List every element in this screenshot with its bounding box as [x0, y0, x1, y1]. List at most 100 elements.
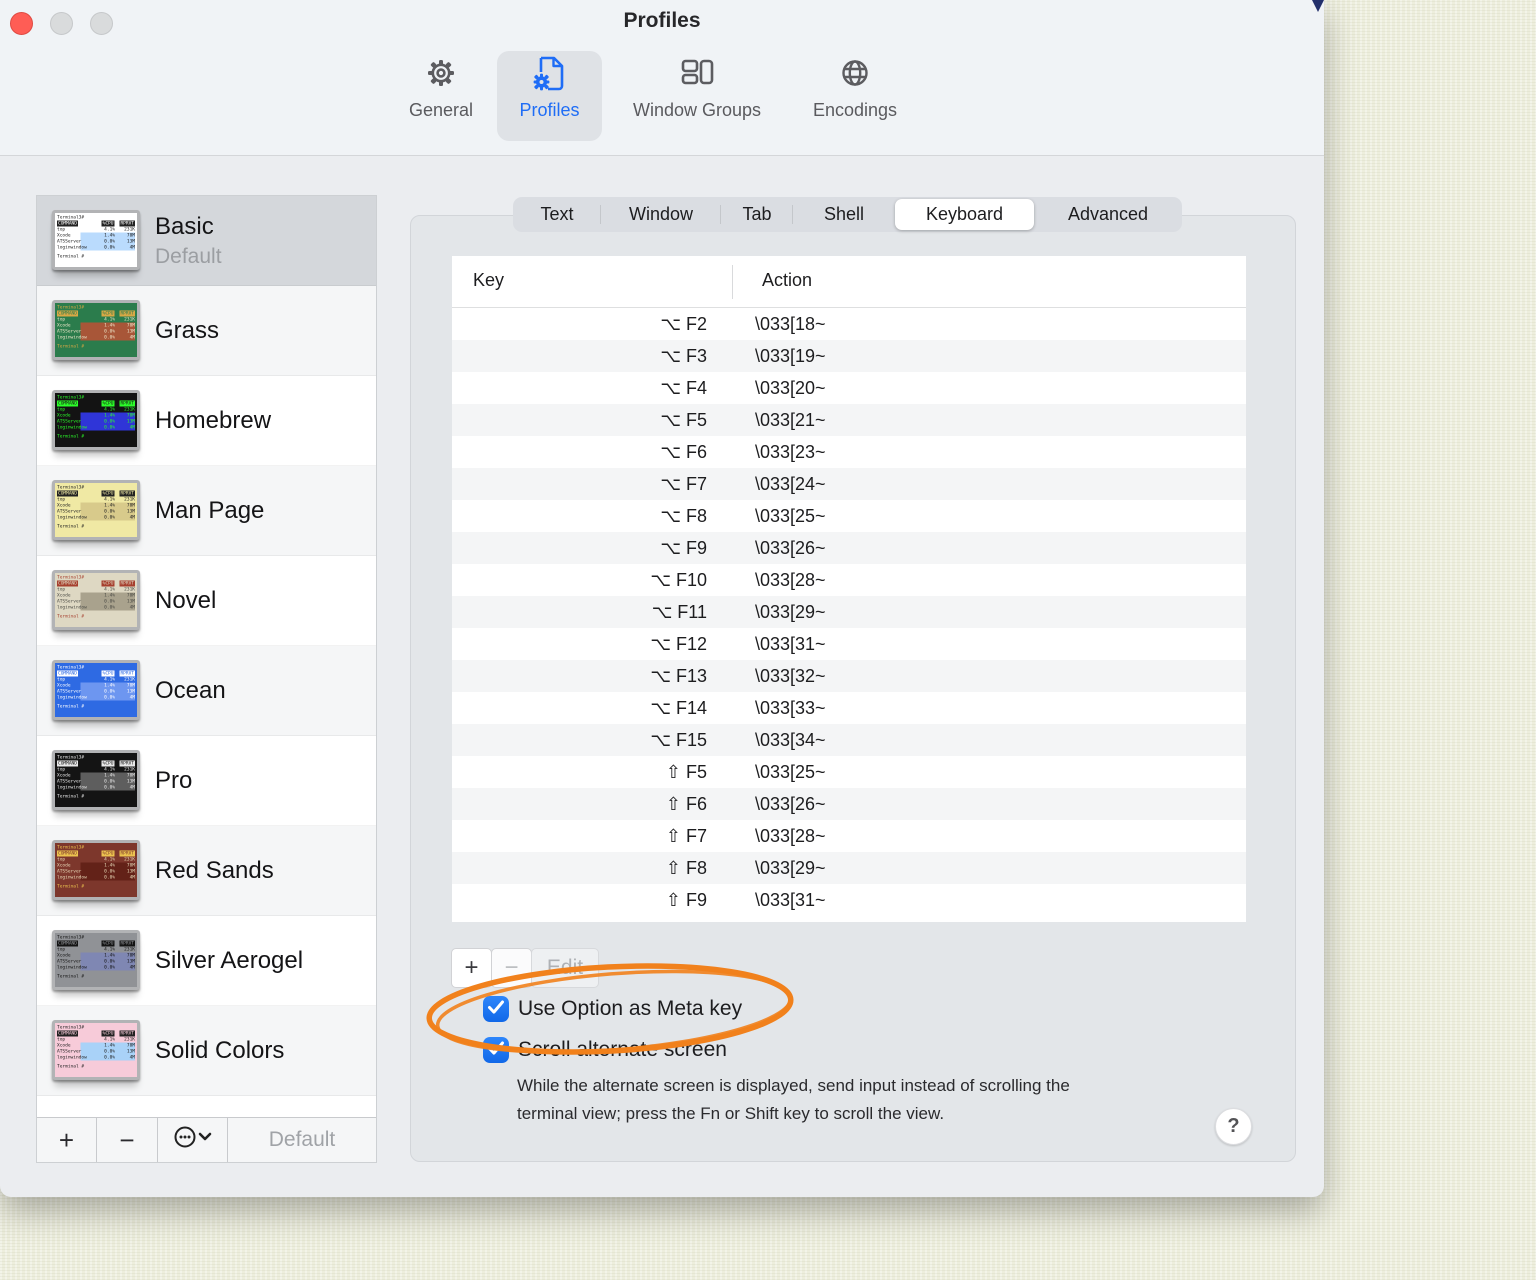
toolbar-item-label: Window Groups — [632, 100, 762, 120]
action-cell: \033[26~ — [755, 794, 826, 814]
profile-label: Red Sands — [155, 856, 274, 884]
action-cell: \033[26~ — [755, 538, 826, 558]
table-row[interactable]: ⇧ F5 \033[25~ — [452, 756, 1246, 788]
action-cell: \033[28~ — [755, 826, 826, 846]
table-row[interactable]: ⌥ F14 \033[33~ — [452, 692, 1246, 724]
add-profile-button[interactable]: + — [37, 1118, 97, 1162]
table-row[interactable]: ⇧ F9 \033[31~ — [452, 884, 1246, 916]
key-cell: ⌥ F15 — [650, 730, 707, 750]
profile-subtitle: Default — [155, 244, 222, 268]
action-cell: \033[21~ — [755, 410, 826, 430]
checkmark-icon — [483, 994, 509, 1025]
table-row[interactable]: ⌥ F5 \033[21~ — [452, 404, 1246, 436]
key-cell: ⇧ F6 — [665, 794, 707, 814]
key-table-body: ⌥ F2 \033[18~ ⌥ F3 \033[19~ ⌥ F4 \033[20~ ⌥ F5… — [452, 308, 1246, 916]
titlebar-toolbar: Profiles General Profiles Window Groups … — [0, 0, 1324, 156]
sidebar-item-homebrew[interactable]: Terminal3# COMMAND %CPU RPRVT top 4.1% 231K Xco… — [37, 376, 376, 466]
desktop: Profiles General Profiles Window Groups … — [0, 0, 1536, 1280]
key-cell: ⌥ F13 — [650, 666, 707, 686]
remove-profile-button[interactable]: − — [97, 1118, 158, 1162]
profile-thumbnail: Terminal3# COMMAND %CPU RPRVT top 4.1% 231K Xco… — [52, 750, 140, 810]
sidebar-item-basic[interactable]: Terminal3# COMMAND %CPU RPRVT top 4.1% 231K Xco… — [37, 196, 376, 286]
key-cell: ⌥ F14 — [650, 698, 707, 718]
sidebar-item-silver-aerogel[interactable]: Terminal3# COMMAND %CPU RPRVT top 4.1% 231K Xco… — [37, 916, 376, 1006]
profile-label: Silver Aerogel — [155, 946, 304, 974]
key-cell: ⇧ F8 — [665, 858, 707, 878]
table-row[interactable]: ⌥ F7 \033[24~ — [452, 468, 1246, 500]
sidebar-item-ocean[interactable]: Terminal3# COMMAND %CPU RPRVT top 4.1% 231K Xco… — [37, 646, 376, 736]
profile-thumbnail: Terminal3# COMMAND %CPU RPRVT top 4.1% 231K Xco… — [52, 1020, 140, 1080]
profile-thumbnail: Terminal3# COMMAND %CPU RPRVT top 4.1% 231K Xco… — [52, 300, 140, 360]
tab-keyboard[interactable]: Keyboard — [895, 199, 1034, 230]
help-button[interactable]: ? — [1215, 1108, 1252, 1145]
tab-window[interactable]: Window — [601, 197, 721, 232]
default-profile-button[interactable]: Default — [228, 1118, 376, 1162]
action-cell: \033[31~ — [755, 634, 826, 654]
profile-tab-bar: Text Window Tab Shell Keyboard Advanced — [513, 197, 1182, 232]
globe-icon — [792, 51, 918, 97]
key-cell: ⌥ F3 — [660, 346, 707, 366]
toolbar-item-label: General — [408, 100, 474, 120]
profile-thumbnail: Terminal3# COMMAND %CPU RPRVT top 4.1% 231K Xco… — [52, 930, 140, 990]
tab-advanced[interactable]: Advanced — [1034, 197, 1182, 232]
toolbar-item-window-groups[interactable]: Window Groups — [614, 51, 780, 141]
table-row[interactable]: ⌥ F8 \033[25~ — [452, 500, 1246, 532]
key-cell: ⇧ F7 — [665, 826, 707, 846]
sidebar-item-solid-colors[interactable]: Terminal3# COMMAND %CPU RPRVT top 4.1% 231K Xco… — [37, 1006, 376, 1096]
table-row[interactable]: ⇧ F7 \033[28~ — [452, 820, 1246, 852]
cursor-artifact — [1312, 0, 1324, 12]
add-key-button[interactable]: + — [451, 948, 492, 988]
tab-shell[interactable]: Shell — [793, 197, 895, 232]
action-cell: \033[18~ — [755, 314, 826, 334]
table-row[interactable]: ⌥ F10 \033[28~ — [452, 564, 1246, 596]
sidebar-item-red-sands[interactable]: Terminal3# COMMAND %CPU RPRVT top 4.1% 231K Xco… — [37, 826, 376, 916]
table-row[interactable]: ⌥ F9 \033[26~ — [452, 532, 1246, 564]
table-row[interactable]: ⌥ F6 \033[23~ — [452, 436, 1246, 468]
window-groups-icon — [614, 51, 780, 97]
key-mapping-table: Key Action ⌥ F2 \033[18~ ⌥ F3 \033[19~ ⌥ F4 \… — [452, 256, 1246, 922]
column-divider[interactable] — [732, 265, 733, 299]
table-row[interactable]: ⌥ F2 \033[18~ — [452, 308, 1246, 340]
remove-key-button[interactable]: − — [491, 948, 532, 988]
toolbar-item-general[interactable]: General — [379, 51, 503, 141]
table-row[interactable]: ⌥ F13 \033[32~ — [452, 660, 1246, 692]
table-row[interactable]: ⌥ F11 \033[29~ — [452, 596, 1246, 628]
use-option-as-meta-checkbox-row: Use Option as Meta key — [483, 996, 742, 1022]
window-title: Profiles — [623, 9, 701, 32]
key-cell: ⌥ F4 — [660, 378, 707, 398]
profile-thumbnail: Terminal3# COMMAND %CPU RPRVT top 4.1% 231K Xco… — [52, 480, 140, 540]
key-cell: ⇧ F5 — [665, 762, 707, 782]
sidebar-item-man-page[interactable]: Terminal3# COMMAND %CPU RPRVT top 4.1% 231K Xco… — [37, 466, 376, 556]
toolbar-item-encodings[interactable]: Encodings — [792, 51, 918, 141]
edit-key-button[interactable]: Edit — [531, 948, 599, 988]
profile-thumbnail: Terminal3# COMMAND %CPU RPRVT top 4.1% 231K Xco… — [52, 840, 140, 900]
table-row[interactable]: ⌥ F4 \033[20~ — [452, 372, 1246, 404]
action-cell: \033[28~ — [755, 570, 826, 590]
action-cell: \033[29~ — [755, 602, 826, 622]
sidebar-item-grass[interactable]: Terminal3# COMMAND %CPU RPRVT top 4.1% 231K Xco… — [37, 286, 376, 376]
tab-text[interactable]: Text — [513, 197, 601, 232]
table-row[interactable]: ⌥ F12 \033[31~ — [452, 628, 1246, 660]
key-cell: ⌥ F12 — [650, 634, 707, 654]
tab-tab[interactable]: Tab — [721, 197, 793, 232]
profile-label: Grass — [155, 316, 220, 344]
scroll-alternate-screen-checkbox[interactable] — [483, 1037, 509, 1063]
table-header: Key Action — [452, 256, 1246, 308]
profile-label: Homebrew — [155, 406, 272, 434]
profile-actions-menu-button[interactable] — [158, 1118, 228, 1162]
table-row[interactable]: ⇧ F6 \033[26~ — [452, 788, 1246, 820]
action-cell: \033[33~ — [755, 698, 826, 718]
sidebar-item-pro[interactable]: Terminal3# COMMAND %CPU RPRVT top 4.1% 231K Xco… — [37, 736, 376, 826]
column-header-action: Action — [762, 270, 813, 290]
profile-sidebar: Terminal3# COMMAND %CPU RPRVT top 4.1% 231K Xco… — [36, 195, 377, 1163]
table-row[interactable]: ⌥ F15 \033[34~ — [452, 724, 1246, 756]
key-cell: ⌥ F2 — [660, 314, 707, 334]
terminal-preferences-window: Profiles General Profiles Window Groups … — [0, 0, 1324, 1197]
table-row[interactable]: ⇧ F8 \033[29~ — [452, 852, 1246, 884]
action-cell: \033[34~ — [755, 730, 826, 750]
use-option-as-meta-checkbox[interactable] — [483, 996, 509, 1022]
profile-thumbnail: Terminal3# COMMAND %CPU RPRVT top 4.1% 231K Xco… — [52, 210, 140, 270]
sidebar-item-novel[interactable]: Terminal3# COMMAND %CPU RPRVT top 4.1% 231K Xco… — [37, 556, 376, 646]
table-row[interactable]: ⌥ F3 \033[19~ — [452, 340, 1246, 372]
toolbar-item-profiles[interactable]: Profiles — [497, 51, 602, 141]
